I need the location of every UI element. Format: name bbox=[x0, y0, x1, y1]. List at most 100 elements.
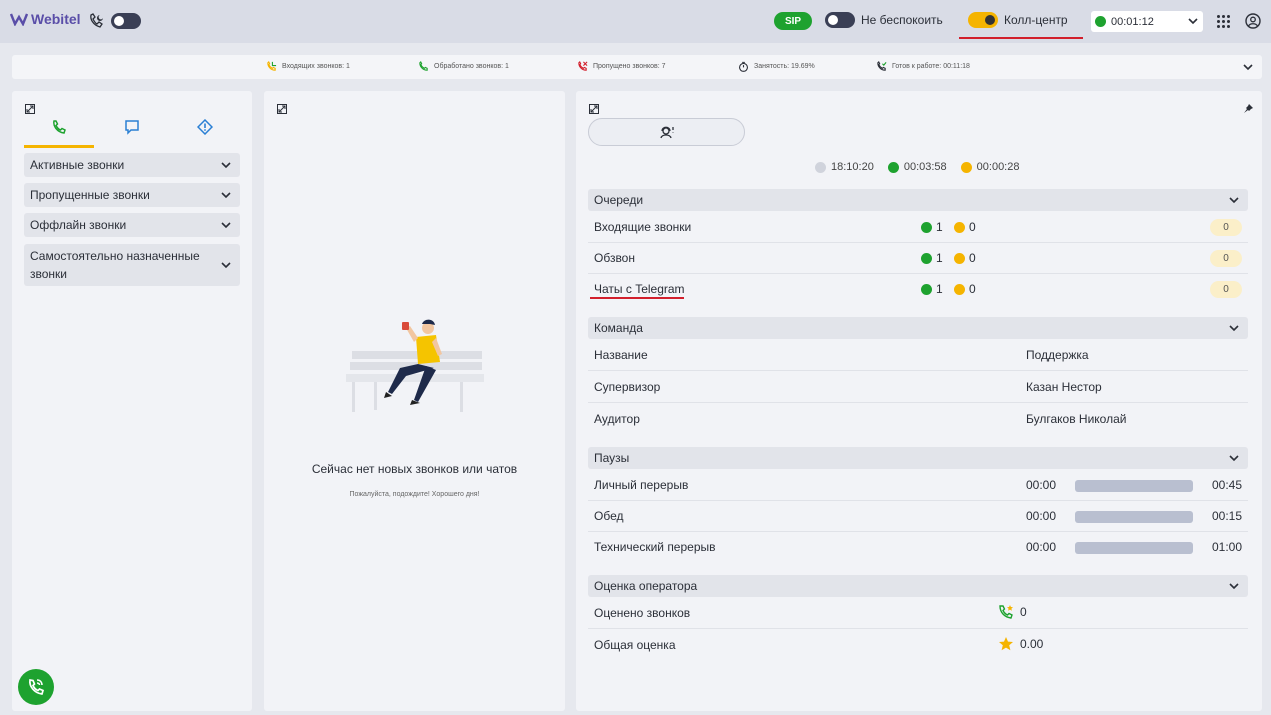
rating-value: 0.00 bbox=[998, 636, 1043, 652]
telegram-highlight bbox=[590, 297, 684, 299]
chevron-down-icon bbox=[1229, 583, 1239, 590]
stats-expand-chevron-icon[interactable] bbox=[1242, 61, 1254, 73]
timer-value: 00:01:12 bbox=[1111, 15, 1154, 28]
team-label: Название bbox=[594, 348, 648, 362]
stat-busy-text: Занятость: 19.69% bbox=[754, 63, 815, 70]
left-panel: Активные звонки Пропущенные звонки Оффла… bbox=[12, 91, 252, 711]
pause-row[interactable]: Технический перерыв 00:00 01:00 bbox=[588, 532, 1248, 563]
pause-row[interactable]: Обед 00:00 00:15 bbox=[588, 501, 1248, 532]
accordion-label: Самостоятельно назначенные звонки bbox=[30, 249, 200, 281]
team-value: Поддержка bbox=[1026, 348, 1089, 362]
team-label: Аудитор bbox=[594, 412, 640, 426]
rating-row: Общая оценка 0.00 bbox=[588, 630, 1248, 661]
section-title: Оценка оператора bbox=[594, 579, 698, 593]
agent-status-button[interactable] bbox=[588, 118, 745, 146]
pause-start: 00:00 bbox=[1026, 509, 1057, 523]
missed-call-icon bbox=[578, 61, 588, 71]
yellow-dot bbox=[954, 283, 966, 295]
agent-headset-icon bbox=[659, 126, 674, 139]
green-dot bbox=[921, 221, 932, 233]
rating-value-text: 0.00 bbox=[1020, 637, 1044, 651]
queue-name: Входящие звонки bbox=[594, 220, 692, 234]
pause-end: 01:00 bbox=[1211, 540, 1242, 554]
callcenter-toggle[interactable] bbox=[968, 12, 998, 28]
queue-row[interactable]: Входящие звонки 1 0 0 bbox=[588, 212, 1248, 243]
team-value: Казан Нестор bbox=[1026, 380, 1102, 394]
ready-icon bbox=[877, 61, 887, 71]
star-icon bbox=[999, 637, 1013, 651]
stat-incoming: Входящих звонков: 1 bbox=[266, 61, 350, 72]
stat-incoming-text: Входящих звонков: 1 bbox=[282, 63, 350, 70]
stat-processed-text: Обработано звонков: 1 bbox=[434, 63, 509, 70]
incoming-call-icon bbox=[267, 61, 277, 71]
queue-badge: 0 bbox=[1210, 250, 1242, 267]
pause-row[interactable]: Личный перерыв 00:00 00:45 bbox=[588, 470, 1248, 501]
callcenter[interactable]: Колл-центр bbox=[968, 12, 1068, 28]
accordion-self-assigned-calls[interactable]: Самостоятельно назначенные звонки bbox=[24, 244, 240, 286]
section-title: Паузы bbox=[594, 451, 630, 465]
apps-grid-icon[interactable] bbox=[1217, 15, 1230, 28]
team-row: Название Поддержка bbox=[588, 340, 1248, 371]
top-bar: Webitel SIP Не беспокоить Колл-центр 00:… bbox=[0, 0, 1271, 43]
green-dot bbox=[887, 161, 899, 173]
chevron-down-icon bbox=[1229, 325, 1239, 332]
user-icon[interactable] bbox=[1245, 13, 1261, 29]
section-pauses[interactable]: Паузы bbox=[588, 447, 1248, 469]
queue-counts: 1 0 bbox=[921, 282, 976, 296]
yellow-dot bbox=[960, 161, 972, 173]
left-tabs bbox=[24, 113, 240, 148]
chevron-down-icon bbox=[1229, 455, 1239, 462]
queue-counts: 1 0 bbox=[921, 251, 976, 265]
accordion-missed-calls[interactable]: Пропущенные звонки bbox=[24, 183, 240, 207]
stat-missed: Пропущено звонков: 7 bbox=[577, 61, 666, 72]
phone-moon-icon bbox=[90, 13, 103, 28]
dnd-toggle[interactable] bbox=[825, 12, 855, 28]
tab-calls[interactable] bbox=[24, 113, 94, 148]
section-rating[interactable]: Оценка оператора bbox=[588, 575, 1248, 597]
sip-badge[interactable]: SIP bbox=[774, 12, 812, 30]
team-value: Булгаков Николай bbox=[1026, 412, 1127, 426]
queue-row[interactable]: Чаты с Telegram 1 0 0 bbox=[588, 274, 1248, 305]
yellow-dot bbox=[954, 252, 966, 264]
stat-ready: Готов к работе: 00:11:18 bbox=[876, 61, 970, 72]
queue-count-green: 1 bbox=[936, 220, 943, 234]
pause-name: Технический перерыв bbox=[594, 540, 716, 554]
section-team[interactable]: Команда bbox=[588, 317, 1248, 339]
tab-tasks[interactable] bbox=[170, 113, 240, 148]
grey-dot bbox=[815, 161, 826, 173]
rating-value-text: 0 bbox=[1020, 605, 1027, 619]
timer-online: 00:03:58 bbox=[887, 161, 947, 173]
phone-toggle[interactable] bbox=[111, 13, 141, 29]
webitel-logo[interactable]: Webitel bbox=[10, 11, 81, 27]
section-queues[interactable]: Очереди bbox=[588, 189, 1248, 211]
rating-value: 0 bbox=[998, 604, 1027, 620]
team-label: Супервизор bbox=[594, 380, 661, 394]
accordion-label: Оффлайн звонки bbox=[30, 218, 127, 232]
call-button[interactable] bbox=[18, 669, 54, 705]
pause-progress-bar bbox=[1075, 542, 1193, 554]
expand-icon[interactable] bbox=[277, 104, 287, 114]
accordion-offline-calls[interactable]: Оффлайн звонки bbox=[24, 213, 240, 237]
webitel-logo-icon bbox=[10, 13, 28, 26]
phone-icon bbox=[29, 679, 45, 695]
pause-start: 00:00 bbox=[1026, 540, 1057, 554]
empty-state-illustration bbox=[346, 319, 484, 412]
section-title: Команда bbox=[594, 321, 643, 335]
queue-name: Обзвон bbox=[594, 251, 635, 265]
team-row: Аудитор Булгаков Николай bbox=[588, 404, 1248, 435]
expand-icon[interactable] bbox=[589, 104, 599, 114]
chevron-down-icon bbox=[221, 162, 231, 169]
chevron-down-icon bbox=[221, 222, 231, 229]
callcenter-label: Колл-центр bbox=[1004, 13, 1068, 27]
pin-icon[interactable] bbox=[1243, 103, 1254, 114]
status-timer-select[interactable]: 00:01:12 bbox=[1091, 11, 1203, 32]
processed-call-icon bbox=[419, 61, 428, 71]
pause-progress-bar bbox=[1075, 480, 1193, 492]
queue-count-yellow: 0 bbox=[969, 220, 976, 234]
chevron-down-icon bbox=[1229, 197, 1239, 204]
tab-chats[interactable] bbox=[97, 113, 167, 148]
do-not-disturb[interactable]: Не беспокоить bbox=[825, 12, 943, 28]
accordion-active-calls[interactable]: Активные звонки bbox=[24, 153, 240, 177]
status-timers: 18:10:20 00:03:58 00:00:28 bbox=[815, 161, 1019, 173]
queue-row[interactable]: Обзвон 1 0 0 bbox=[588, 243, 1248, 274]
